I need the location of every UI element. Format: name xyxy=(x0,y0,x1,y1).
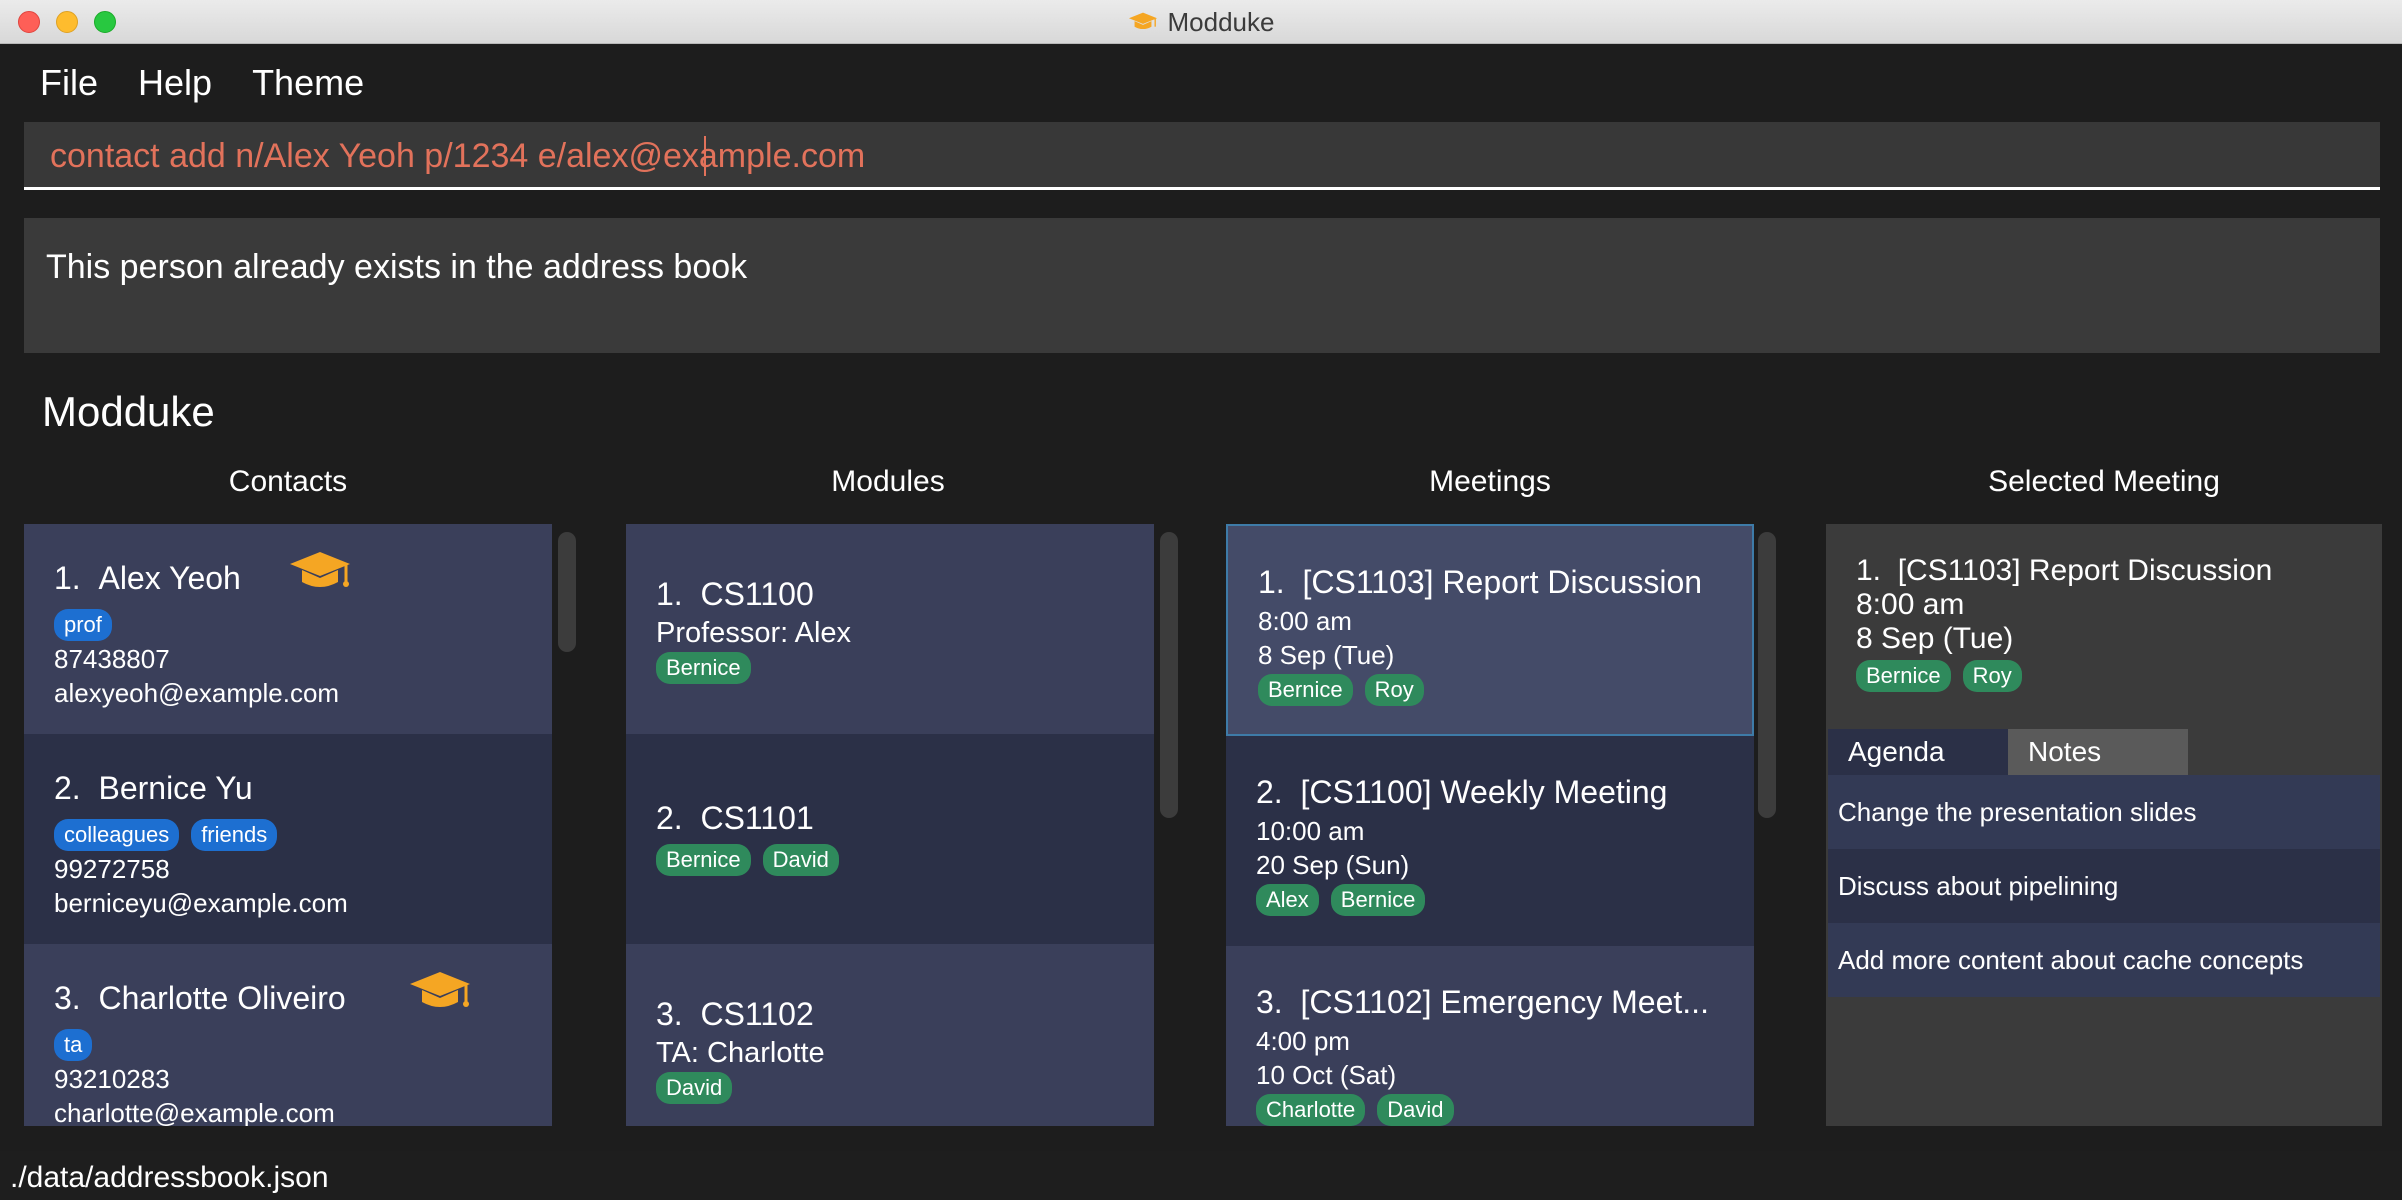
tag: Alex xyxy=(1256,884,1319,916)
app-body: File Help Theme contact add n/Alex Yeoh … xyxy=(0,45,2402,1200)
graduation-cap-icon xyxy=(410,972,470,1007)
meeting-card[interactable]: 3. [CS1102] Emergency Meet... 4:00 pm 10… xyxy=(1226,946,1754,1126)
contact-card[interactable]: 1. Alex Yeoh prof 87438807 alexyeoh@exam… xyxy=(24,524,552,734)
tag: Bernice xyxy=(656,844,751,876)
contact-phone: 87438807 xyxy=(54,644,170,674)
result-text: This person already exists in the addres… xyxy=(46,248,748,286)
selected-meeting-tags: Bernice Roy xyxy=(1856,660,2022,692)
meeting-date: 10 Oct (Sat) xyxy=(1256,1060,1397,1090)
module-tags: Bernice xyxy=(656,652,751,684)
modules-list[interactable]: 1. CS1100 Professor: Alex Bernice 2. CS1… xyxy=(626,524,1154,1126)
tag: Roy xyxy=(1962,660,2022,692)
selected-meeting-title: Selected Meeting xyxy=(1988,465,2220,498)
agenda-item[interactable]: Add more content about cache concepts xyxy=(1828,923,2380,997)
meeting-time: 10:00 am xyxy=(1256,816,1365,846)
meeting-date: 20 Sep (Sun) xyxy=(1256,850,1410,880)
menu-help[interactable]: Help xyxy=(118,53,232,113)
tag: friends xyxy=(191,819,278,851)
contact-email: alexyeoh@example.com xyxy=(54,678,340,708)
tag: Bernice xyxy=(1856,660,1951,692)
selected-meeting-panel: 1. [CS1103] Report Discussion 8:00 am 8 … xyxy=(1826,524,2382,1126)
modules-title: Modules xyxy=(831,465,945,498)
module-code: 2. CS1101 xyxy=(656,800,814,836)
meeting-time: 4:00 pm xyxy=(1256,1026,1350,1056)
module-card[interactable]: 2. CS1101 Bernice David xyxy=(626,734,1154,944)
contact-name: 1. Alex Yeoh xyxy=(54,560,241,596)
module-card[interactable]: 1. CS1100 Professor: Alex Bernice xyxy=(626,524,1154,734)
window-title: Modduke xyxy=(0,0,2402,44)
tag: Charlotte xyxy=(1256,1094,1366,1126)
meeting-card[interactable]: 2. [CS1100] Weekly Meeting 10:00 am 20 S… xyxy=(1226,736,1754,946)
contact-tags: colleagues friends xyxy=(54,819,278,851)
meeting-title: 1. [CS1103] Report Discussion xyxy=(1258,564,1703,600)
contact-tags: ta xyxy=(54,1029,93,1061)
agenda-item[interactable]: Change the presentation slides xyxy=(1828,775,2380,849)
contact-name: 2. Bernice Yu xyxy=(54,770,253,806)
selected-meeting-time: 8:00 am xyxy=(1856,588,1965,621)
save-location: ./data/addressbook.json xyxy=(10,1161,329,1194)
selected-meeting-date: 8 Sep (Tue) xyxy=(1856,622,2014,655)
tag: colleagues xyxy=(54,819,180,851)
window-titlebar: Modduke xyxy=(0,0,2402,44)
module-tags: David xyxy=(656,1072,733,1104)
text-caret xyxy=(704,136,706,176)
module-role: Professor: Alex xyxy=(656,617,852,649)
module-tags: Bernice David xyxy=(656,844,839,876)
tab-notes[interactable]: Notes xyxy=(2008,729,2188,775)
tag: David xyxy=(1377,1094,1454,1126)
meeting-title: 3. [CS1102] Emergency Meet... xyxy=(1256,984,1709,1020)
contacts-title: Contacts xyxy=(228,465,348,498)
graduation-cap-icon xyxy=(1128,12,1157,30)
contact-name: 3. Charlotte Oliveiro xyxy=(54,980,346,1016)
meetings-list[interactable]: 1. [CS1103] Report Discussion 8:00 am 8 … xyxy=(1226,524,1754,1126)
menu-theme[interactable]: Theme xyxy=(232,53,384,113)
tag: David xyxy=(762,844,839,876)
tag: prof xyxy=(54,609,112,641)
tab-agenda[interactable]: Agenda xyxy=(1828,729,2008,775)
contact-phone: 99272758 xyxy=(54,854,170,884)
tag: Roy xyxy=(1364,674,1424,706)
window-title-text: Modduke xyxy=(1167,6,1275,37)
tag: Bernice xyxy=(656,652,751,684)
menu-bar: File Help Theme xyxy=(20,53,384,113)
agenda-item[interactable]: Discuss about pipelining xyxy=(1828,849,2380,923)
command-input[interactable]: contact add n/Alex Yeoh p/1234 e/alex@ex… xyxy=(50,122,865,190)
meetings-title: Meetings xyxy=(1429,465,1551,498)
menu-file[interactable]: File xyxy=(20,53,118,113)
contacts-scrollbar[interactable] xyxy=(558,532,576,652)
contact-card[interactable]: 3. Charlotte Oliveiro ta 93210283 charlo… xyxy=(24,944,552,1126)
meeting-time: 8:00 am xyxy=(1258,606,1352,636)
module-code: 3. CS1102 xyxy=(656,996,814,1032)
module-code: 1. CS1100 xyxy=(656,576,814,612)
contact-tags: prof xyxy=(54,609,112,641)
meeting-detail-tabs: Agenda Notes xyxy=(1828,729,2188,775)
module-role: TA: Charlotte xyxy=(656,1037,825,1069)
tag: Bernice xyxy=(1258,674,1353,706)
meeting-tags: Alex Bernice xyxy=(1256,884,1426,916)
contact-email: berniceyu@example.com xyxy=(54,888,348,918)
meeting-card-selected[interactable]: 1. [CS1103] Report Discussion 8:00 am 8 … xyxy=(1226,524,1754,736)
meetings-scrollbar[interactable] xyxy=(1758,532,1776,818)
app-heading: Modduke xyxy=(42,388,215,435)
tag: Bernice xyxy=(1330,884,1426,916)
module-card[interactable]: 3. CS1102 TA: Charlotte David xyxy=(626,944,1154,1126)
modules-scrollbar[interactable] xyxy=(1160,532,1178,818)
contact-email: charlotte@example.com xyxy=(54,1098,335,1126)
tag: David xyxy=(656,1072,733,1104)
tag: ta xyxy=(54,1029,93,1061)
result-display: This person already exists in the addres… xyxy=(24,218,2380,353)
contact-phone: 93210283 xyxy=(54,1064,170,1094)
meeting-tags: Bernice Roy xyxy=(1258,674,1424,706)
graduation-cap-icon xyxy=(290,552,350,587)
selected-meeting-name: 1. [CS1103] Report Discussion xyxy=(1856,554,2273,587)
agenda-list: Change the presentation slides Discuss a… xyxy=(1828,775,2380,997)
meeting-title: 2. [CS1100] Weekly Meeting xyxy=(1256,774,1668,810)
contact-card[interactable]: 2. Bernice Yu colleagues friends 9927275… xyxy=(24,734,552,944)
meeting-tags: Charlotte David xyxy=(1256,1094,1454,1126)
meeting-date: 8 Sep (Tue) xyxy=(1258,640,1395,670)
status-bar: ./data/addressbook.json xyxy=(0,1151,2402,1200)
command-box[interactable]: contact add n/Alex Yeoh p/1234 e/alex@ex… xyxy=(24,122,2380,190)
contacts-list[interactable]: 1. Alex Yeoh prof 87438807 alexyeoh@exam… xyxy=(24,524,552,1126)
